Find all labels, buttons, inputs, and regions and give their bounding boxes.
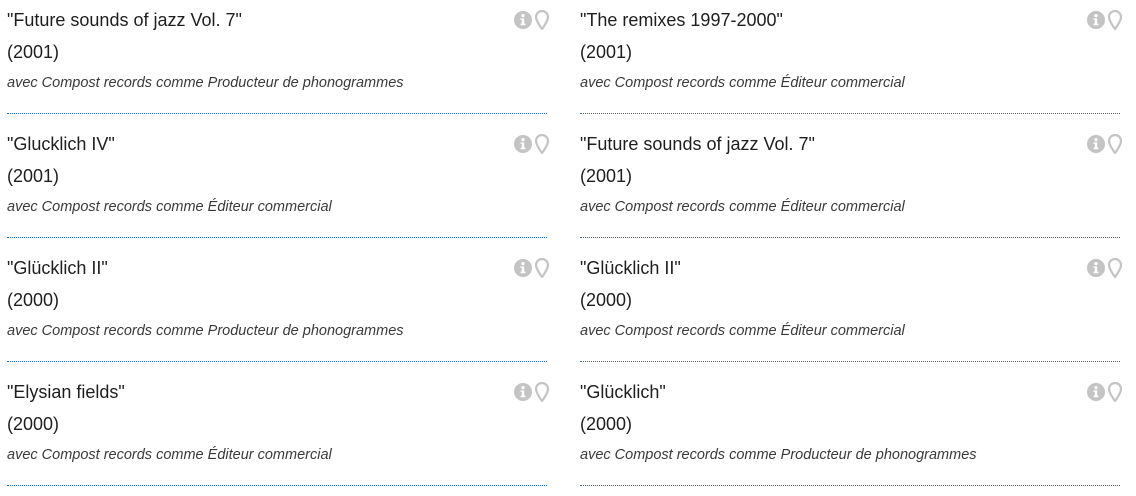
item-separator: [580, 361, 1120, 362]
discography-item: "Future sounds of jazz Vol. 7" (2001) av…: [580, 124, 1122, 248]
item-year: (2001): [7, 42, 60, 62]
item-separator: [7, 485, 547, 486]
discography-item: "Glucklich IV" (2001) avec Compost recor…: [7, 124, 549, 248]
map-marker-icon[interactable]: [1108, 382, 1122, 402]
info-icon[interactable]: [513, 10, 533, 30]
map-marker-icon[interactable]: [535, 258, 549, 278]
discography-item: "Glücklich II" (2000) avec Compost recor…: [580, 248, 1122, 372]
map-marker-icon[interactable]: [535, 10, 549, 30]
discography-item: "Elysian fields" (2000) avec Compost rec…: [7, 372, 549, 496]
map-marker-icon[interactable]: [1108, 134, 1122, 154]
item-actions: [513, 382, 549, 402]
item-role: avec Compost records comme Éditeur comme…: [7, 447, 332, 463]
discography-item: "Glücklich II" (2000) avec Compost recor…: [7, 248, 549, 372]
item-title[interactable]: "The remixes 1997-2000": [580, 9, 783, 31]
map-marker-icon[interactable]: [535, 382, 549, 402]
item-actions: [1086, 10, 1122, 30]
item-separator: [580, 113, 1120, 114]
item-separator: [580, 485, 1120, 486]
map-marker-icon[interactable]: [1108, 10, 1122, 30]
discography-column-left: "Future sounds of jazz Vol. 7" (2001) av…: [7, 0, 549, 496]
item-actions: [1086, 382, 1122, 402]
item-separator: [7, 237, 547, 238]
info-icon[interactable]: [513, 382, 533, 402]
item-title[interactable]: "Glucklich IV": [7, 133, 115, 155]
item-actions: [1086, 134, 1122, 154]
item-role: avec Compost records comme Producteur de…: [7, 75, 404, 91]
item-title[interactable]: "Glücklich II": [7, 257, 108, 279]
map-marker-icon[interactable]: [535, 134, 549, 154]
discography-item: "Future sounds of jazz Vol. 7" (2001) av…: [7, 0, 549, 124]
info-icon[interactable]: [1086, 258, 1106, 278]
item-role: avec Compost records comme Producteur de…: [580, 447, 977, 463]
item-role: avec Compost records comme Éditeur comme…: [7, 199, 332, 215]
item-title[interactable]: "Glücklich": [580, 381, 666, 403]
item-year: (2001): [7, 166, 60, 186]
item-role: avec Compost records comme Éditeur comme…: [580, 75, 905, 91]
item-actions: [513, 10, 549, 30]
item-year: (2000): [580, 414, 633, 434]
info-icon[interactable]: [1086, 10, 1106, 30]
item-year: (2000): [580, 290, 633, 310]
discography-item: "The remixes 1997-2000" (2001) avec Comp…: [580, 0, 1122, 124]
item-title[interactable]: "Future sounds of jazz Vol. 7": [580, 133, 815, 155]
discography-item: "Glücklich" (2000) avec Compost records …: [580, 372, 1122, 496]
item-title[interactable]: "Glücklich II": [580, 257, 681, 279]
item-role: avec Compost records comme Éditeur comme…: [580, 323, 905, 339]
item-title[interactable]: "Future sounds of jazz Vol. 7": [7, 9, 242, 31]
discography-grid: "Future sounds of jazz Vol. 7" (2001) av…: [0, 0, 1136, 486]
discography-column-right: "The remixes 1997-2000" (2001) avec Comp…: [580, 0, 1122, 496]
item-year: (2000): [7, 414, 60, 434]
item-role: avec Compost records comme Éditeur comme…: [580, 199, 905, 215]
item-separator: [7, 361, 547, 362]
item-title[interactable]: "Elysian fields": [7, 381, 125, 403]
info-icon[interactable]: [1086, 134, 1106, 154]
item-actions: [1086, 258, 1122, 278]
item-year: (2001): [580, 42, 633, 62]
info-icon[interactable]: [513, 134, 533, 154]
item-year: (2001): [580, 166, 633, 186]
map-marker-icon[interactable]: [1108, 258, 1122, 278]
item-actions: [513, 258, 549, 278]
item-actions: [513, 134, 549, 154]
info-icon[interactable]: [513, 258, 533, 278]
item-role: avec Compost records comme Producteur de…: [7, 323, 404, 339]
info-icon[interactable]: [1086, 382, 1106, 402]
item-separator: [580, 237, 1120, 238]
item-year: (2000): [7, 290, 60, 310]
item-separator: [7, 113, 547, 114]
